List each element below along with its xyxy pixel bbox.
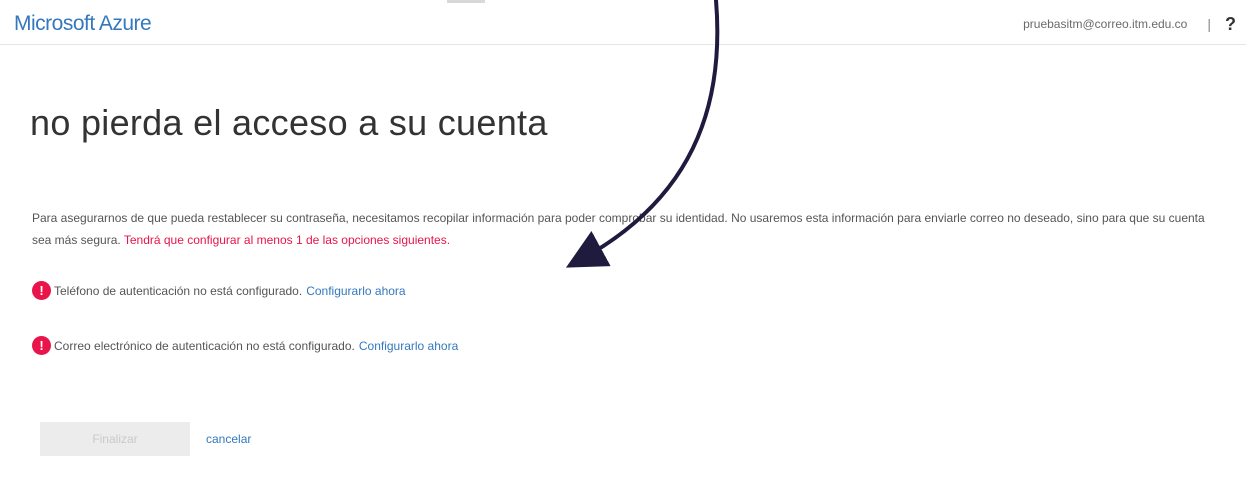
description: Para asegurarnos de que pueda restablece… <box>32 207 1222 251</box>
auth-email-item: ! Correo electrónico de autenticación no… <box>32 336 458 355</box>
auth-email-text: Correo electrónico de autenticación no e… <box>54 338 355 353</box>
auth-phone-text: Teléfono de autenticación no está config… <box>54 283 303 298</box>
warning-icon: ! <box>32 336 51 355</box>
user-area: pruebasitm@correo.itm.edu.co | ? <box>1023 15 1236 33</box>
configure-email-link[interactable]: Configurarlo ahora <box>359 339 458 353</box>
user-email[interactable]: pruebasitm@correo.itm.edu.co <box>1023 17 1187 31</box>
auth-phone-item: ! Teléfono de autenticación no está conf… <box>32 281 406 300</box>
brand-logo[interactable]: Microsoft Azure <box>14 12 152 36</box>
page: Microsoft Azure pruebasitm@correo.itm.ed… <box>0 0 1246 483</box>
description-required: Tendrá que configurar al menos 1 de las … <box>123 233 451 247</box>
help-icon[interactable]: ? <box>1225 15 1236 33</box>
header: Microsoft Azure pruebasitm@correo.itm.ed… <box>0 0 1246 45</box>
cancel-link[interactable]: cancelar <box>206 432 251 446</box>
configure-phone-link[interactable]: Configurarlo ahora <box>306 284 405 298</box>
header-divider: | <box>1207 16 1211 32</box>
warning-icon: ! <box>32 281 51 300</box>
page-title: no pierda el acceso a su cuenta <box>30 102 548 143</box>
finish-button[interactable]: Finalizar <box>40 422 190 456</box>
